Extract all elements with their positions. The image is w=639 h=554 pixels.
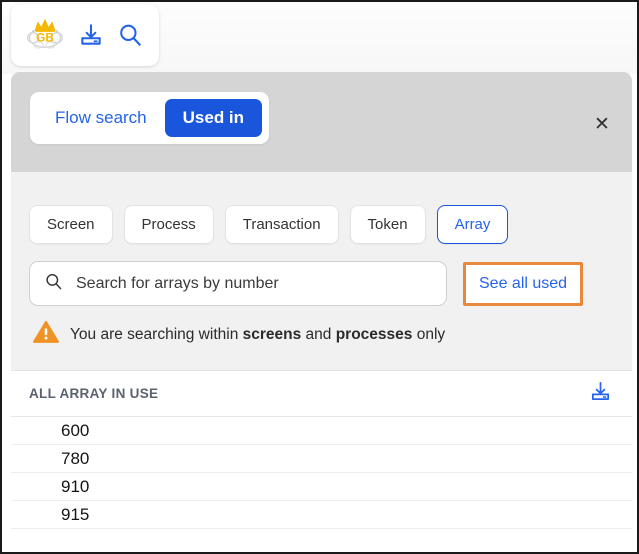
tab-used-in[interactable]: Used in bbox=[165, 99, 262, 137]
search-row: See all used bbox=[11, 244, 632, 306]
table-row[interactable]: 600 bbox=[11, 417, 632, 445]
chip-array[interactable]: Array bbox=[437, 205, 509, 244]
table-row[interactable]: 910 bbox=[11, 473, 632, 501]
results-header: ALL ARRAY IN USE bbox=[11, 371, 632, 417]
gb-crown-logo[interactable]: GB bbox=[25, 15, 65, 55]
notice-prefix: You are searching within bbox=[70, 326, 243, 343]
close-icon[interactable]: ✕ bbox=[590, 112, 614, 136]
warning-icon bbox=[33, 320, 59, 349]
notice-bold-screens: screens bbox=[243, 326, 302, 343]
download-icon[interactable] bbox=[78, 22, 104, 48]
results-title: ALL ARRAY IN USE bbox=[29, 386, 158, 401]
entity-filter-chips: Screen Process Transaction Token Array bbox=[11, 172, 632, 244]
table-row[interactable]: 915 bbox=[11, 501, 632, 529]
download-icon[interactable] bbox=[589, 380, 612, 408]
panel-body: Screen Process Transaction Token Array bbox=[11, 172, 632, 554]
notice-bold-processes: processes bbox=[336, 326, 413, 343]
mode-segmented-control: Flow search Used in bbox=[30, 92, 269, 144]
used-in-panel: Flow search Used in ✕ Screen Process Tra… bbox=[11, 72, 632, 554]
chip-process[interactable]: Process bbox=[124, 205, 214, 244]
toolbar-card: GB bbox=[11, 4, 159, 66]
svg-text:GB: GB bbox=[36, 30, 54, 44]
array-number: 780 bbox=[61, 449, 89, 469]
table-row[interactable]: 780 bbox=[11, 445, 632, 473]
app-window: GB bbox=[0, 0, 639, 554]
see-all-used-button[interactable]: See all used bbox=[463, 262, 583, 306]
search-icon bbox=[44, 272, 63, 296]
panel-header: Flow search Used in ✕ bbox=[11, 72, 632, 172]
array-number: 915 bbox=[61, 505, 89, 525]
tab-flow-search[interactable]: Flow search bbox=[37, 99, 165, 137]
search-icon[interactable] bbox=[117, 22, 143, 48]
notice-suffix: only bbox=[412, 326, 445, 343]
notice-text: You are searching within screens and pro… bbox=[70, 326, 445, 344]
array-number: 600 bbox=[61, 421, 89, 441]
chip-transaction[interactable]: Transaction bbox=[225, 205, 339, 244]
search-scope-notice: You are searching within screens and pro… bbox=[11, 306, 632, 349]
top-bar: GB bbox=[2, 2, 639, 74]
notice-middle: and bbox=[301, 326, 335, 343]
results-card: ALL ARRAY IN USE 600 bbox=[11, 370, 632, 554]
array-number: 910 bbox=[61, 477, 89, 497]
results-list: 600 780 910 915 bbox=[11, 417, 632, 529]
chip-screen[interactable]: Screen bbox=[29, 205, 113, 244]
search-box[interactable] bbox=[29, 261, 447, 306]
chip-token[interactable]: Token bbox=[350, 205, 426, 244]
search-input[interactable] bbox=[74, 274, 432, 294]
